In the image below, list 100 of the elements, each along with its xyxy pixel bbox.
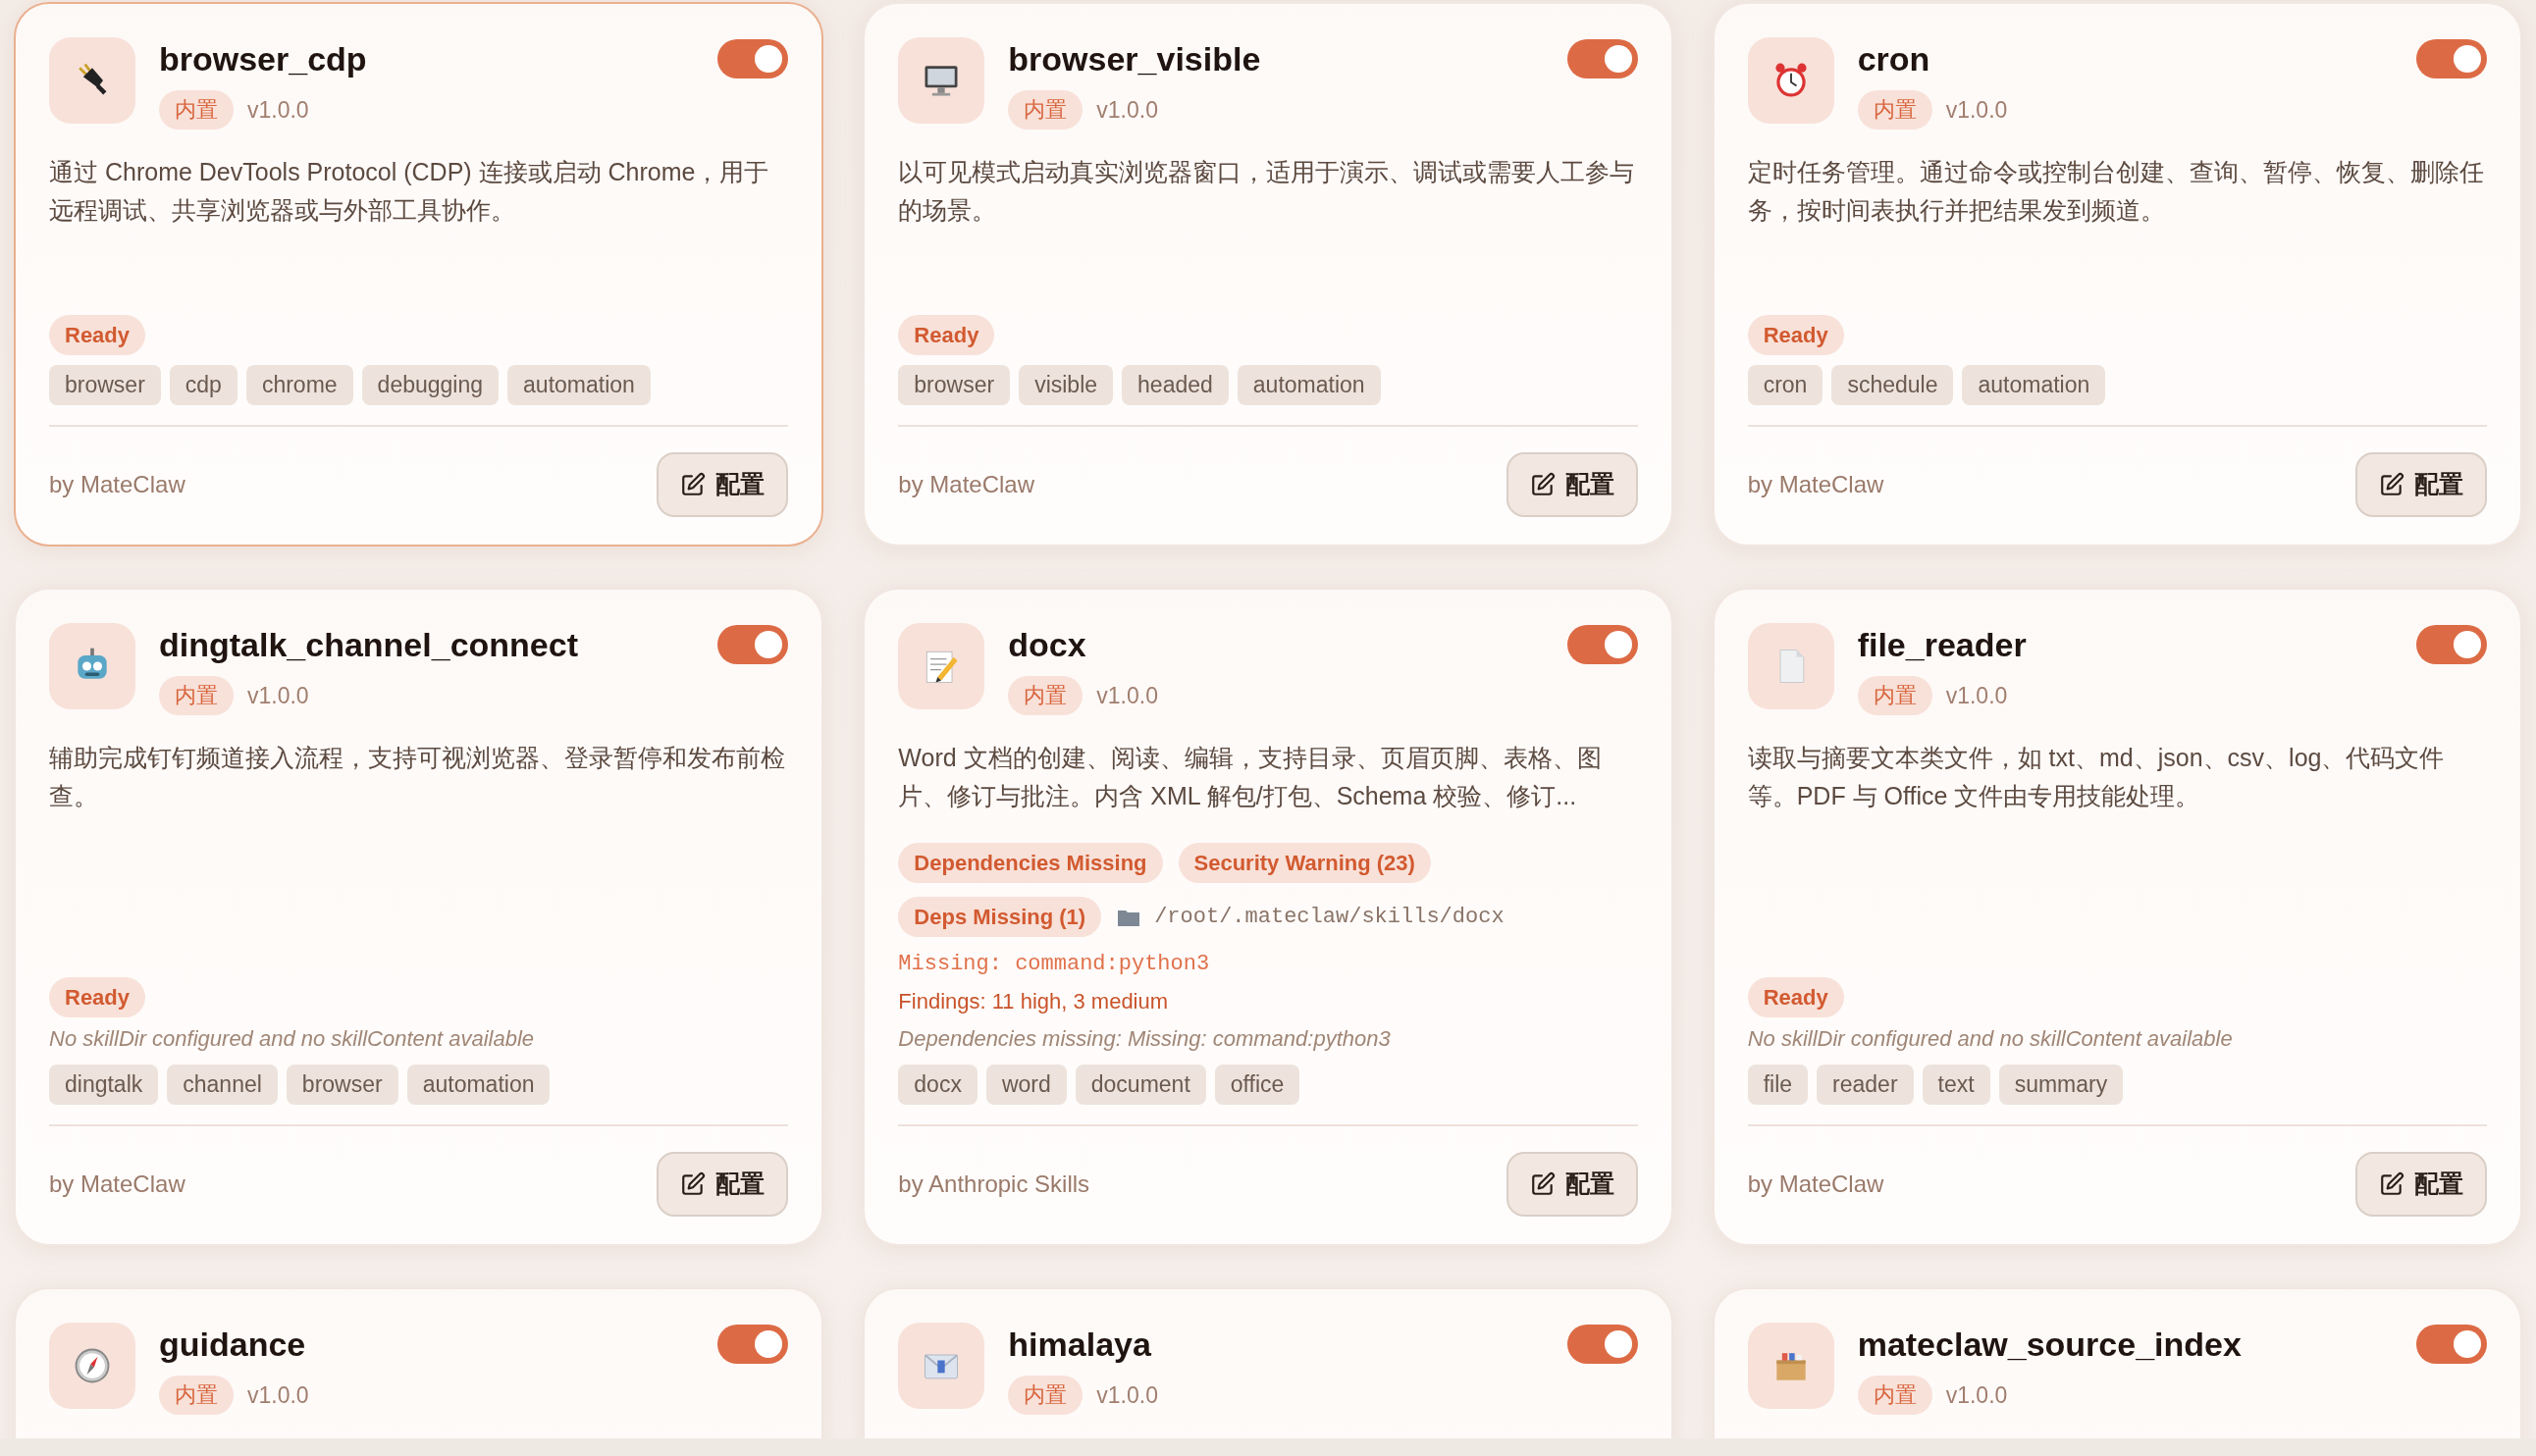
tag-chip: automation [507, 365, 651, 405]
version-label: v1.0.0 [247, 95, 309, 125]
tag-chip: cdp [169, 365, 238, 405]
version-label: v1.0.0 [1096, 1380, 1158, 1410]
tag-chip: browser [286, 1065, 398, 1105]
tag-chip: word [985, 1065, 1067, 1105]
author-label: by MateClaw [1747, 1170, 1884, 1199]
tag-chip: automation [1237, 365, 1381, 405]
skill-card[interactable]: cron 内置 v1.0.0 定时任务管理。通过命令或控制台创建、查询、暂停、恢复、删除任务，按时间表执行并把结果发到频道。 Ready cron schedule automation by MateClaw 配置 [1712, 2, 2522, 546]
skill-card[interactable]: guidance 内置 v1.0.0 [14, 1287, 824, 1438]
version-label: v1.0.0 [247, 1380, 309, 1410]
missing-text: Missing: command:python3 [898, 951, 1211, 978]
tag-chip: cron [1747, 365, 1823, 405]
tag-chip: text [1922, 1065, 1990, 1105]
enable-toggle[interactable] [717, 625, 789, 664]
skill-card[interactable]: browser_visible 内置 v1.0.0 以可见模式启动真实浏览器窗口，适用于演示、调试或需要人工参与的场景。 Ready browser visible headed automation by MateClaw 配置 [863, 2, 1673, 546]
skill-name: docx [1008, 625, 1087, 665]
skill-description: Word 文档的创建、阅读、编辑，支持目录、页眉页脚、表格、图片、修订与批注。内含 XML 解包/打包、Schema 校验、修订... [898, 743, 1603, 811]
status-badge: Ready [1747, 315, 1844, 355]
status-badge: Ready [898, 315, 995, 355]
skill-card[interactable]: file_reader 内置 v1.0.0 读取与摘要文本类文件，如 txt、md、json、csv、log、代码文件等。PDF 与 Office 文件由专用技能处理。 Ready No skillDir configured and no skillContent available file reader text summary by MateClaw 配置 [1712, 588, 2522, 1246]
author-label: by MateClaw [49, 470, 185, 499]
skill-name: mateclaw_source_index [1857, 1325, 2243, 1365]
configure-button[interactable]: 配置 [657, 452, 789, 517]
edit-icon [1529, 472, 1556, 497]
configure-button[interactable]: 配置 [2355, 1152, 2487, 1217]
status-note: No skillDir configured and no skillContent available [49, 1025, 536, 1053]
builtin-badge: 内置 [1008, 90, 1083, 130]
configure-button[interactable]: 配置 [1506, 452, 1638, 517]
builtin-badge: 内置 [1857, 1376, 1932, 1415]
skill-description: 读取与摘要文本类文件，如 txt、md、json、csv、log、代码文件等。PDF 与 Office 文件由专用技能处理。 [1747, 743, 2446, 811]
author-label: by MateClaw [49, 1170, 185, 1199]
edit-icon [2379, 472, 2404, 497]
skill-path: /root/.mateclaw/skills/docx [1154, 904, 1505, 931]
enable-toggle[interactable] [717, 39, 789, 78]
version-label: v1.0.0 [1945, 95, 2008, 125]
edit-icon [2379, 1171, 2404, 1197]
status-badge: Dependencies Missing [898, 843, 1163, 883]
tag-chip: dingtalk [49, 1065, 159, 1105]
findings-text: Findings: 11 high, 3 medium [898, 988, 1170, 1015]
skill-description: 以可见模式启动真实浏览器窗口，适用于演示、调试或需要人工参与的场景。 [898, 157, 1636, 226]
configure-button[interactable]: 配置 [1506, 1152, 1638, 1217]
skill-card[interactable] [863, 588, 1673, 1246]
tag-chip: schedule [1831, 365, 1954, 405]
skill-name: browser_visible [1008, 39, 1262, 79]
skill-name: file_reader [1857, 625, 2028, 665]
tag-chip: headed [1122, 365, 1229, 405]
builtin-badge: 内置 [1857, 90, 1932, 130]
builtin-badge: 内置 [1008, 1376, 1083, 1415]
builtin-badge: 内置 [1008, 676, 1083, 715]
author-label: by MateClaw [898, 470, 1035, 499]
enable-toggle[interactable] [2416, 625, 2487, 664]
version-label: v1.0.0 [1945, 1380, 2008, 1410]
tag-chip: chrome [245, 365, 353, 405]
tag-chip: visible [1019, 365, 1114, 405]
author-label: by Anthropic Skills [898, 1170, 1090, 1199]
status-badge: Ready [49, 977, 146, 1017]
tag-chip: automation [1962, 365, 2106, 405]
builtin-badge: 内置 [159, 1376, 234, 1415]
tag-chip: office [1214, 1065, 1300, 1105]
configure-button[interactable]: 配置 [657, 1152, 789, 1217]
enable-toggle[interactable] [1566, 625, 1638, 664]
skill-card[interactable]: mateclaw_source_index 内置 v1.0.0 [1712, 1287, 2522, 1438]
status-badge: Deps Missing (1) [898, 897, 1102, 937]
enable-toggle[interactable] [1566, 39, 1638, 78]
enable-toggle[interactable] [717, 1325, 789, 1364]
skill-card[interactable]: himalaya 内置 v1.0.0 [863, 1287, 1673, 1438]
version-label: v1.0.0 [1945, 681, 2008, 710]
skill-card[interactable]: browser_cdp 内置 v1.0.0 通过 Chrome DevTools Protocol (CDP) 连接或启动 Chrome，用于远程调试、共享浏览器或与外部工具协作。 Ready browser cdp chrome debugging automation by MateClaw 配置 [14, 2, 824, 546]
tag-chip: docx [898, 1065, 977, 1105]
tag-chip: browser [898, 365, 1011, 405]
tag-chip: file [1747, 1065, 1809, 1105]
enable-toggle[interactable] [1566, 1325, 1638, 1364]
skill-card[interactable]: dingtalk_channel_connect 内置 v1.0.0 辅助完成钉钉频道接入流程，支持可视浏览器、登录暂停和发布前检查。 Ready No skillDir configured and no skillContent available dingtalk channel browser automation by MateClaw 配置 [14, 588, 824, 1246]
enable-toggle[interactable] [2416, 39, 2487, 78]
version-label: v1.0.0 [247, 681, 309, 710]
tag-chip: channel [167, 1065, 278, 1105]
skill-name: himalaya [1008, 1325, 1152, 1365]
status-badge: Ready [1747, 977, 1844, 1017]
edit-icon [680, 472, 707, 497]
tag-chip: document [1075, 1065, 1206, 1105]
author-label: by MateClaw [1747, 470, 1884, 499]
builtin-badge: 内置 [159, 90, 234, 130]
enable-toggle[interactable] [2416, 1325, 2487, 1364]
status-note: Dependencies missing: Missing: command:python3 [898, 1025, 1392, 1053]
builtin-badge: 内置 [1857, 676, 1932, 715]
status-note: No skillDir configured and no skillContent available [1747, 1025, 2234, 1053]
builtin-badge: 内置 [159, 676, 234, 715]
status-badge: Ready [49, 315, 146, 355]
skill-name: cron [1857, 39, 1931, 79]
tag-chip: automation [406, 1065, 551, 1105]
tag-chip: browser [49, 365, 161, 405]
status-badge: Security Warning (23) [1178, 843, 1431, 883]
tag-chip: reader [1817, 1065, 1914, 1105]
configure-button[interactable]: 配置 [2355, 452, 2487, 517]
tag-chip: summary [1998, 1065, 2124, 1105]
skill-name: browser_cdp [159, 39, 368, 79]
skill-description: 辅助完成钉钉频道接入流程，支持可视浏览器、登录暂停和发布前检查。 [49, 743, 786, 811]
skill-name: dingtalk_channel_connect [159, 625, 579, 665]
version-label: v1.0.0 [1096, 95, 1158, 125]
